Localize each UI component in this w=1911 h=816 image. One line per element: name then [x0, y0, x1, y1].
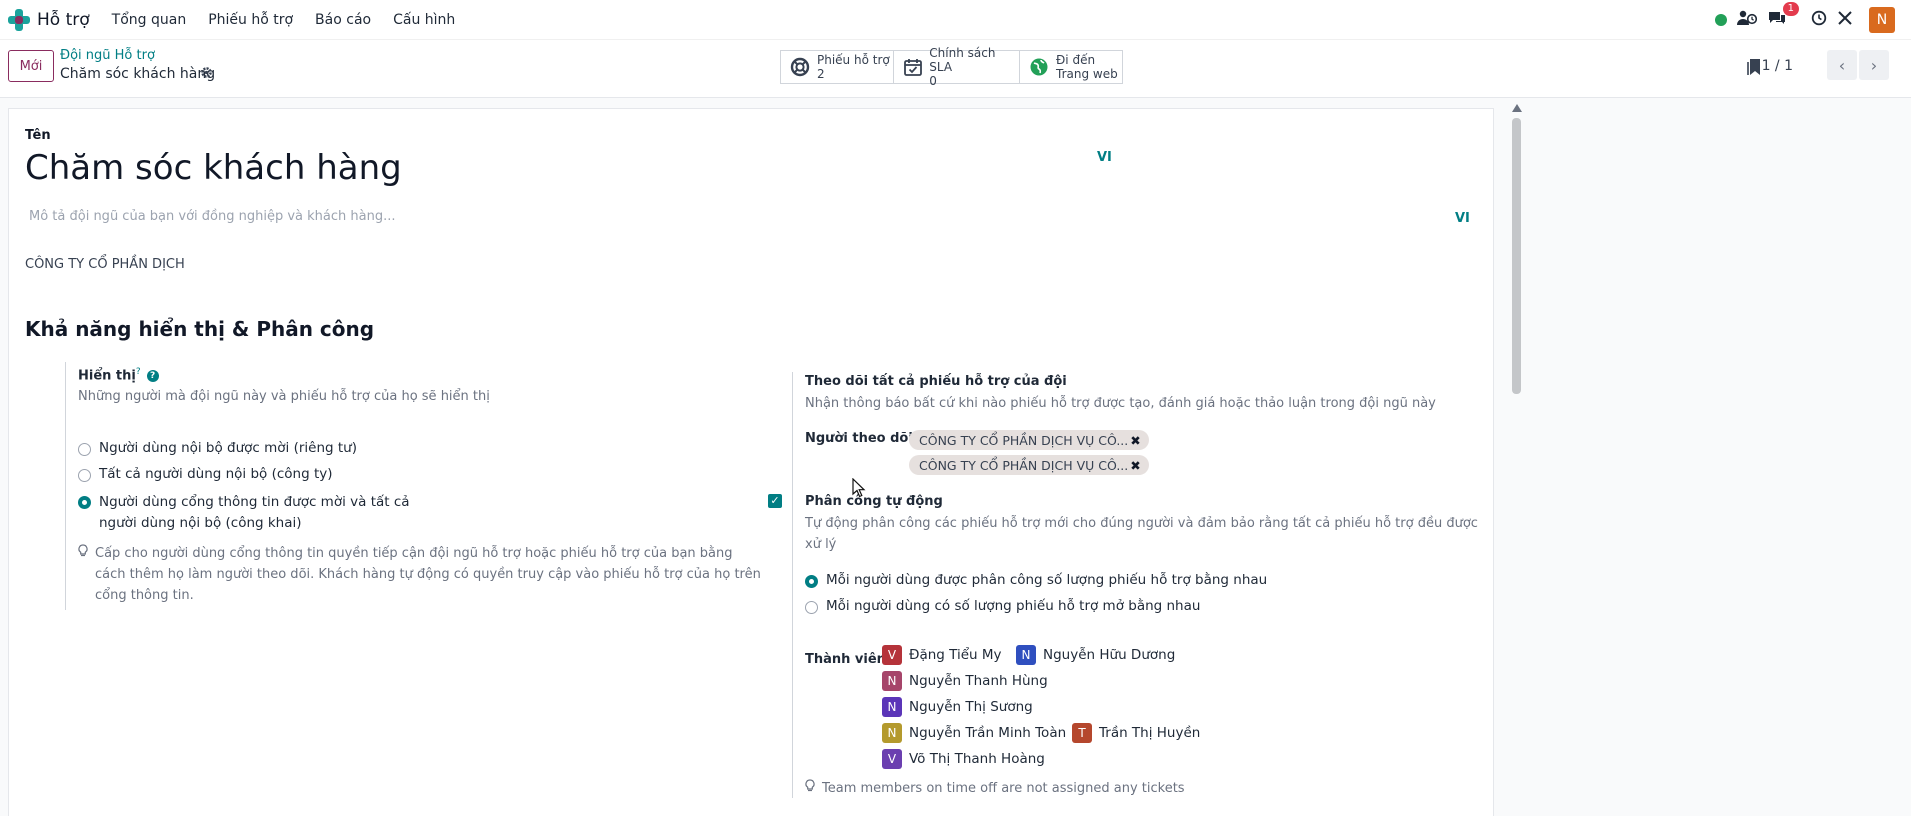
- member-tag[interactable]: N Nguyễn Thanh Hùng: [882, 671, 1048, 691]
- mouse-pointer-icon: [852, 477, 866, 502]
- go-to-website-button[interactable]: Đi đến Trang web: [1019, 50, 1123, 84]
- auto-assign-label: Phân công tự động: [805, 494, 943, 509]
- sla-label: Chính sách SLA: [929, 46, 996, 74]
- menu-tickets[interactable]: Phiếu hỗ trợ: [208, 12, 293, 28]
- globe-icon: [1028, 56, 1050, 78]
- remove-tag-icon[interactable]: ✖: [1130, 458, 1140, 473]
- sla-smart-button[interactable]: Chính sách SLA 0: [893, 46, 1020, 88]
- activity-clock-icon[interactable]: [1811, 10, 1827, 30]
- radio-button[interactable]: [78, 469, 91, 482]
- avatar: N: [882, 671, 902, 691]
- help-icon[interactable]: ?: [146, 370, 159, 383]
- tickets-label: Phiếu hỗ trợ: [817, 53, 890, 67]
- assign-equal-count-option[interactable]: Mỗi người dùng được phân công số lượng p…: [805, 572, 1267, 588]
- auto-assign-description: Tự động phân công các phiếu hỗ trợ mới c…: [805, 516, 1478, 552]
- visibility-option-all-internal[interactable]: Tất cả người dùng nội bộ (công ty): [78, 466, 333, 482]
- pager-value[interactable]: 1 / 1: [1762, 58, 1793, 74]
- pager-next-button[interactable]: ›: [1859, 50, 1889, 80]
- new-button[interactable]: Mới: [8, 50, 54, 82]
- lifebuoy-icon: [789, 56, 811, 78]
- lightbulb-icon: [78, 543, 88, 564]
- top-navbar: Hỗ trợ Tổng quan Phiếu hỗ trợ Báo cáo Cấ…: [0, 0, 1911, 40]
- member-tag[interactable]: T Trần Thị Huyền: [1072, 723, 1200, 743]
- go-to-label: Đi đến: [1056, 53, 1096, 67]
- avatar: V: [882, 749, 902, 769]
- chevron-left-icon: ‹: [1838, 55, 1846, 75]
- members-label: Thành viên: [805, 652, 886, 667]
- scrollbar-thumb[interactable]: [1512, 118, 1521, 394]
- follow-tickets-description: Nhận thông báo bất cứ khi nào phiếu hỗ t…: [805, 396, 1436, 411]
- website-label: Trang web: [1056, 67, 1118, 81]
- radio-button-selected[interactable]: [805, 575, 818, 588]
- auto-assign-checkbox[interactable]: ✓: [768, 494, 782, 508]
- chat-icon[interactable]: 1: [1767, 2, 1799, 30]
- avatar: N: [882, 697, 902, 717]
- radio-button[interactable]: [805, 601, 818, 614]
- helpdesk-app-icon[interactable]: [8, 8, 30, 31]
- visibility-option-invited-internal[interactable]: Người dùng nội bộ được mời (riêng tư): [78, 440, 357, 456]
- user-avatar[interactable]: N: [1869, 7, 1895, 33]
- avatar: V: [882, 645, 902, 665]
- description-language-badge[interactable]: VI: [1455, 211, 1470, 226]
- avatar: N: [882, 723, 902, 743]
- control-panel: Mới Đội ngũ Hỗ trợ Chăm sóc khách hàng P…: [0, 40, 1911, 98]
- section-title: Khả năng hiển thị & Phân công: [25, 317, 375, 341]
- name-language-badge[interactable]: VI: [1097, 150, 1112, 165]
- app-name[interactable]: Hỗ trợ: [37, 10, 90, 30]
- left-group-divider: [65, 362, 66, 610]
- tools-icon[interactable]: [1837, 10, 1853, 30]
- tickets-count: 2: [817, 67, 825, 81]
- description-input[interactable]: Mô tả đội ngũ của bạn với đồng nghiệp và…: [29, 209, 395, 224]
- chat-badge: 1: [1782, 2, 1799, 16]
- breadcrumb-parent[interactable]: Đội ngũ Hỗ trợ: [60, 48, 155, 63]
- calendar-check-icon: [902, 56, 923, 78]
- tickets-smart-button[interactable]: Phiếu hỗ trợ 2: [780, 50, 894, 84]
- scroll-up-arrow-icon[interactable]: [1512, 104, 1522, 112]
- visibility-description: Những người mà đội ngũ này và phiếu hỗ t…: [78, 389, 490, 404]
- member-tag[interactable]: N Nguyễn Thị Sương: [882, 697, 1033, 717]
- follower-tag[interactable]: CÔNG TY CỔ PHẦN DỊCH VỤ CÔ... ✖: [909, 430, 1149, 450]
- radio-button[interactable]: [78, 443, 91, 456]
- followers-label: Người theo dõi: [805, 431, 913, 446]
- member-tag[interactable]: V Đặng Tiểu My: [882, 645, 1002, 665]
- menu-overview[interactable]: Tổng quan: [112, 12, 187, 28]
- pager-previous-button[interactable]: ‹: [1827, 50, 1857, 80]
- remove-tag-icon[interactable]: ✖: [1130, 433, 1140, 448]
- chevron-right-icon: ›: [1870, 55, 1878, 75]
- visibility-tip: Cấp cho người dùng cổng thông tin quyền …: [95, 546, 761, 603]
- presence-status-icon[interactable]: [1715, 14, 1727, 26]
- company-field[interactable]: CÔNG TY CỔ PHẦN DỊCH: [25, 257, 185, 272]
- team-name-input[interactable]: Chăm sóc khách hàng: [25, 148, 402, 188]
- sla-count: 0: [929, 74, 937, 88]
- follower-tag[interactable]: CÔNG TY CỔ PHẦN DỊCH VỤ CÔ... ✖: [909, 455, 1149, 475]
- radio-button-selected[interactable]: [78, 496, 91, 509]
- follow-tickets-label: Theo dõi tất cả phiếu hỗ trợ của đội: [805, 374, 1067, 389]
- visibility-option-portal[interactable]: Người dùng cổng thông tin được mời và tấ…: [78, 492, 410, 534]
- menu-reporting[interactable]: Báo cáo: [315, 12, 371, 28]
- right-group-divider: [792, 372, 793, 798]
- visibility-label: Hiển thị??: [78, 367, 159, 383]
- user-clock-icon[interactable]: [1737, 10, 1758, 30]
- menu-configuration[interactable]: Cấu hình: [393, 12, 455, 28]
- members-tip: Team members on time off are not assigne…: [822, 781, 1185, 796]
- avatar: N: [1016, 645, 1036, 665]
- member-tag[interactable]: N Nguyễn Trần Minh Toàn: [882, 723, 1066, 743]
- assign-equal-open-option[interactable]: Mỗi người dùng có số lượng phiếu hỗ trợ …: [805, 598, 1200, 614]
- name-label: Tên: [25, 128, 51, 143]
- member-tag[interactable]: V Võ Thị Thanh Hoàng: [882, 749, 1045, 769]
- avatar: T: [1072, 723, 1092, 743]
- breadcrumb-current: Chăm sóc khách hàng: [60, 66, 216, 82]
- lightbulb-icon: [805, 778, 815, 799]
- member-tag[interactable]: N Nguyễn Hữu Dương: [1016, 645, 1175, 665]
- gear-icon[interactable]: [200, 66, 213, 83]
- navbar-systray: 1 N: [1715, 0, 1895, 40]
